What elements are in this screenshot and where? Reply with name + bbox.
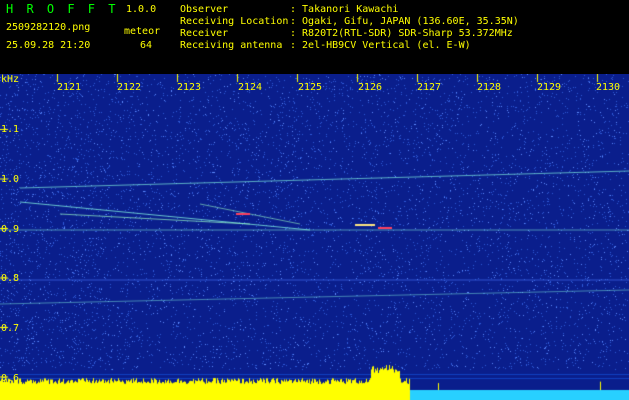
time-tick: 2122 <box>116 82 142 93</box>
time-tick: 2124 <box>237 82 263 93</box>
time-tick: 2130 <box>595 82 621 93</box>
time-tick: 2121 <box>56 82 82 93</box>
location-label: Receiving Location <box>180 16 289 27</box>
time-tick: 2126 <box>357 82 383 93</box>
antenna-value: : 2el-HB9CV Vertical (el. E-W) <box>290 40 471 51</box>
meteor-count-label: meteor <box>124 26 161 37</box>
freq-tick: 0.9 <box>1 224 20 235</box>
capture-datetime: 25.09.28 21:20 <box>6 40 91 51</box>
app-title: H R O F F T <box>6 2 119 16</box>
freq-tick: 0.8 <box>1 273 20 284</box>
freq-tick: 1.1 <box>1 124 20 135</box>
receiver-label: Receiver <box>180 28 229 39</box>
freq-unit-label: kHz <box>1 74 20 85</box>
observer-value: : Takanori Kawachi <box>290 4 399 15</box>
time-tick: 2128 <box>476 82 502 93</box>
info-header: H R O F F T 1.0.0 2509282120.png 25.09.2… <box>0 0 629 74</box>
time-tick: 2129 <box>536 82 562 93</box>
freq-tick: 0.6 <box>1 373 20 384</box>
time-tick: 2125 <box>297 82 323 93</box>
app-version: 1.0.0 <box>126 4 157 15</box>
freq-tick: 1.0 <box>1 174 20 185</box>
freq-tick: 0.7 <box>1 323 20 334</box>
receiver-value: : R820T2(RTL-SDR) SDR-Sharp 53.372MHz <box>290 28 513 39</box>
spectrogram-canvas <box>0 74 629 400</box>
time-tick: 2123 <box>176 82 202 93</box>
observer-label: Observer <box>180 4 229 15</box>
time-tick: 2127 <box>416 82 442 93</box>
capture-filename: 2509282120.png <box>6 22 91 33</box>
location-value: : Ogaki, Gifu, JAPAN (136.60E, 35.35N) <box>290 16 519 27</box>
antenna-label: Receiving antenna <box>180 40 283 51</box>
meteor-count-value: 64 <box>140 40 153 51</box>
